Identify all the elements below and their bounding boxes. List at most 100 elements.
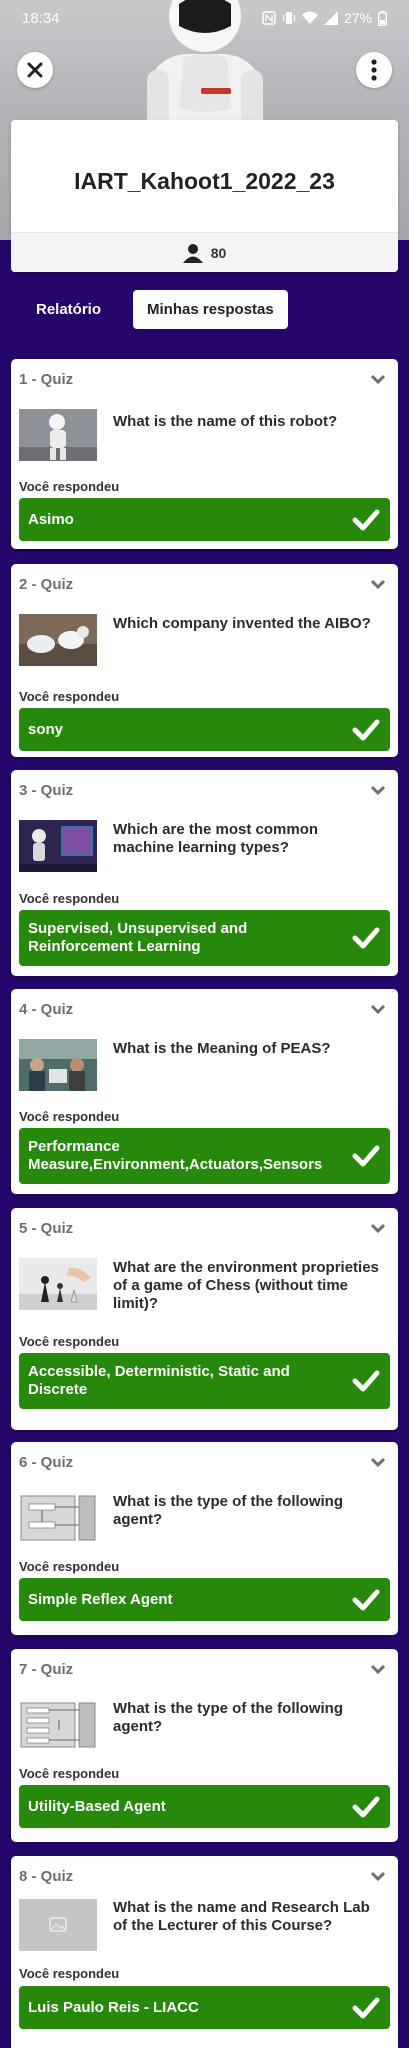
question-number: 5 - Quiz: [19, 1219, 74, 1237]
question-card[interactable]: 6 - Quiz What is the type of the followi…: [11, 1442, 398, 1635]
tab-relatorio[interactable]: Relatório: [22, 290, 115, 329]
answered-label: Você respondeu: [19, 479, 120, 494]
answer-text: Accessible, Deterministic, Static and Di…: [28, 1363, 290, 1398]
answered-label: Você respondeu: [19, 1559, 120, 1574]
question-card[interactable]: 2 - Quiz Which company invented the AIBO…: [11, 564, 398, 757]
question-number: 1 - Quiz: [19, 370, 74, 388]
question-text: What is the Meaning of PEAS?: [113, 1040, 331, 1057]
battery-percent: 27%: [343, 10, 372, 26]
checkmark-icon: [352, 1796, 380, 1817]
vibrate-icon: [282, 12, 296, 24]
question-text: What is the name of this robot?: [113, 413, 338, 430]
answer-correct: Performance Measure,Environment,Actuator…: [19, 1128, 390, 1184]
question-image: [19, 1258, 97, 1310]
question-text: Which are the most common machine learni…: [113, 821, 319, 856]
answer-text: Luis Paulo Reis - LIACC: [28, 1998, 199, 2016]
question-number: 2 - Quiz: [19, 575, 74, 593]
question-image: [19, 1699, 97, 1751]
answered-label: Você respondeu: [19, 689, 120, 704]
question-text: What is the type of the following agent?: [113, 1493, 343, 1528]
answer-correct: Simple Reflex Agent: [19, 1578, 390, 1621]
person-icon: [182, 243, 203, 263]
chevron-down-icon[interactable]: [370, 784, 386, 796]
signal-icon: [323, 11, 338, 25]
answer-text: Asimo: [28, 510, 74, 528]
chevron-down-icon[interactable]: [370, 1222, 386, 1234]
chevron-down-icon[interactable]: [370, 578, 386, 590]
kahoot-title-card: IART_Kahoot1_2022_23 80: [11, 120, 398, 272]
question-image: [19, 614, 97, 666]
checkmark-icon: [352, 927, 380, 949]
close-button[interactable]: [17, 52, 53, 88]
chevron-down-icon[interactable]: [370, 1663, 386, 1675]
wifi-icon: [301, 11, 318, 24]
question-image: [19, 409, 97, 461]
question-card[interactable]: 1 - Quiz What is the name of this robot?…: [11, 359, 398, 549]
question-image: [19, 1492, 97, 1544]
more-vertical-icon: [371, 59, 377, 81]
battery-icon: [378, 10, 387, 26]
checkmark-icon: [352, 719, 380, 740]
answered-label: Você respondeu: [19, 1109, 120, 1124]
question-header: 7 - Quiz: [11, 1649, 398, 1689]
answered-label: Você respondeu: [19, 1966, 120, 1981]
answer-correct: Accessible, Deterministic, Static and Di…: [19, 1353, 390, 1409]
answer-correct: Utility-Based Agent: [19, 1785, 390, 1828]
checkmark-icon: [352, 509, 380, 530]
answer-correct: Asimo: [19, 498, 390, 541]
nfc-icon: [262, 11, 276, 25]
answered-label: Você respondeu: [19, 1766, 120, 1781]
question-header: 4 - Quiz: [11, 989, 398, 1029]
chevron-down-icon[interactable]: [370, 1003, 386, 1015]
question-text: What is the name and Research Lab of the…: [113, 1899, 370, 1934]
answer-text: Simple Reflex Agent: [28, 1590, 173, 1608]
question-text: Which company invented the AIBO?: [113, 615, 371, 632]
question-header: 6 - Quiz: [11, 1442, 398, 1482]
question-card[interactable]: 5 - Quiz What are the environment propri…: [11, 1208, 398, 1430]
answer-correct: Luis Paulo Reis - LIACC: [19, 1986, 390, 2029]
players-info: 80: [11, 232, 398, 272]
kahoot-title: IART_Kahoot1_2022_23: [74, 168, 335, 194]
question-card[interactable]: 3 - Quiz Which are the most common machi…: [11, 770, 398, 976]
question-card[interactable]: 8 - Quiz What is the name and Research L…: [11, 1856, 398, 2048]
answered-label: Você respondeu: [19, 891, 120, 906]
answered-label: Você respondeu: [19, 1334, 120, 1349]
answer-text: Utility-Based Agent: [28, 1797, 166, 1815]
question-number: 6 - Quiz: [19, 1453, 74, 1471]
checkmark-icon: [352, 1997, 380, 2018]
question-number: 3 - Quiz: [19, 781, 74, 799]
question-card[interactable]: 7 - Quiz What is the type of the followi…: [11, 1649, 398, 1842]
checkmark-icon: [352, 1370, 380, 1392]
question-header: 3 - Quiz: [11, 770, 398, 810]
results-tabs: Relatório Minhas respostas: [22, 290, 288, 329]
chevron-down-icon[interactable]: [370, 373, 386, 385]
answer-correct: sony: [19, 708, 390, 751]
question-number: 7 - Quiz: [19, 1660, 74, 1678]
players-count: 80: [210, 244, 227, 261]
question-text: What are the environment proprieties of …: [113, 1259, 379, 1312]
question-header: 5 - Quiz: [11, 1208, 398, 1248]
question-image: [19, 1039, 97, 1091]
question-text: What is the type of the following agent?: [113, 1700, 343, 1735]
more-options-button[interactable]: [356, 52, 392, 88]
answer-text: sony: [28, 720, 64, 738]
question-number: 4 - Quiz: [19, 1000, 74, 1018]
question-header: 2 - Quiz: [11, 564, 398, 604]
question-card[interactable]: 4 - Quiz What is the Meaning of PEAS? Vo…: [11, 989, 398, 1194]
question-image: [19, 1899, 97, 1951]
status-bar: 18:34 27%: [0, 0, 409, 36]
question-header: 8 - Quiz: [11, 1856, 398, 1896]
question-image: [19, 820, 97, 872]
close-icon: [27, 62, 43, 78]
status-time: 18:34: [22, 9, 60, 27]
answer-correct: Supervised, Unsupervised and Reinforceme…: [19, 910, 390, 966]
question-number: 8 - Quiz: [19, 1867, 74, 1885]
checkmark-icon: [352, 1589, 380, 1610]
chevron-down-icon[interactable]: [370, 1870, 386, 1882]
checkmark-icon: [352, 1145, 380, 1167]
chevron-down-icon[interactable]: [370, 1456, 386, 1468]
answer-text: Supervised, Unsupervised and Reinforceme…: [28, 920, 248, 955]
question-header: 1 - Quiz: [11, 359, 398, 399]
answer-text: Performance Measure,Environment,Actuator…: [28, 1138, 323, 1173]
tab-minhas-respostas[interactable]: Minhas respostas: [133, 290, 288, 329]
